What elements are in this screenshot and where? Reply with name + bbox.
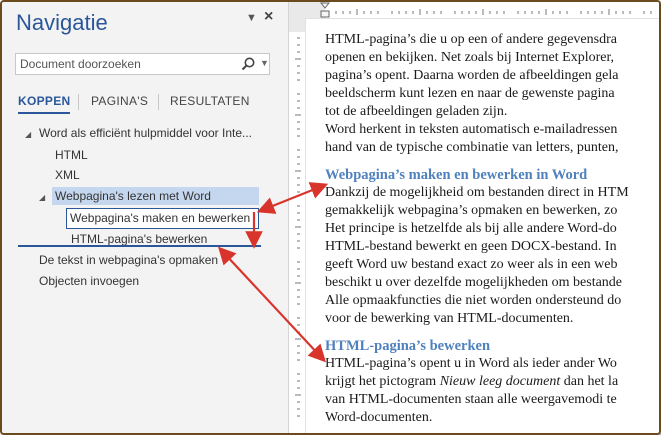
text-line: gemakkelijk webpagina’s opmaken en bewer… [325,203,618,218]
window-frame: Navigatie ▼ × ▼ KOPPEN PAGINA'S RESULTAT… [0,0,661,435]
collapse-triangle-icon[interactable]: ◢ [25,130,31,139]
heading-webpaginas-maken: Webpagina’s maken en bewerken in Word [325,167,588,183]
text-line: HTML-pagina’s die u op een of andere geg… [325,32,617,47]
text-line: Het principe is hetzelfde als bij alle a… [325,221,617,236]
tree-item-html[interactable]: HTML [55,146,88,164]
text-line: HTML-bestand bewerkt en geen DOCX-bestan… [325,239,617,254]
text-span: dan het la [560,374,619,389]
tree-item-webpaginas-maken[interactable]: Webpagina's maken en bewerken [66,208,259,229]
tree-item-xml[interactable]: XML [55,166,80,184]
text-line: HTML-pagina’s opent u in Word als ieder … [325,356,617,371]
italic-text: Nieuw leeg document [439,374,561,389]
navigation-pane: Navigatie ▼ × ▼ KOPPEN PAGINA'S RESULTAT… [2,2,289,433]
chevron-down-icon[interactable]: ▼ [246,12,257,24]
tab-paginas[interactable]: PAGINA'S [91,94,148,108]
document-area[interactable]: HTML-pagina’s die u op een of andere geg… [289,2,659,433]
text-line: openen en bekijken. Net zoals bij Intern… [325,50,615,65]
vertical-ruler[interactable] [289,18,306,433]
text-line: beschikt u over dezelfde mogelijkheden o… [325,275,623,290]
text-line: pagina’s opent. Daarna worden de afbeeld… [325,68,619,83]
text-line: Word herkent in teksten automatisch e-ma… [325,122,618,137]
text-line: geeft Word uw bestand exact zo weer als … [325,257,618,272]
tree-item-objecten-invoegen[interactable]: Objecten invoegen [39,272,139,290]
horizontal-ruler[interactable] [289,2,659,19]
tab-divider [78,94,79,110]
collapse-triangle-icon[interactable]: ◢ [39,193,45,202]
text-line: beeldscherm kunt lezen en naar de gewens… [325,86,615,101]
tree-item-webpaginas-lezen[interactable]: Webpagina's lezen met Word [52,187,259,205]
text-line: krijgt het pictogram Nieuw leeg document… [325,373,659,391]
search-box: ▼ [15,53,270,75]
tab-koppen[interactable]: KOPPEN [18,94,71,114]
page-content[interactable]: HTML-pagina’s die u op een of andere geg… [325,31,659,427]
search-icon[interactable] [240,56,256,72]
text-line: hand van de typische combinatie van lett… [325,140,619,155]
text-line: van HTML-documenten staan alle weergavem… [325,392,617,407]
text-line: tot de afbeeldingen geladen zijn. [325,104,508,119]
tab-resultaten[interactable]: RESULTATEN [170,94,250,108]
drop-indicator-line [18,245,261,247]
text-line: Word-documenten. [325,410,433,425]
tree-item-heading-1[interactable]: Word als efficiënt hulpmiddel voor Inte.… [39,124,252,142]
text-line: Alle opmaakfuncties die niet worden onde… [325,293,622,308]
text-line: Dankzij de mogelijkheid om bestanden dir… [325,185,629,200]
close-icon[interactable]: × [264,8,273,26]
tab-divider [158,94,159,110]
tree-item-tekst-opmaken[interactable]: De tekst in webpagina's opmaken [39,251,218,269]
text-line: voor de bewerking van HTML-documenten. [325,311,574,326]
search-options-chevron-icon[interactable]: ▼ [260,58,269,68]
search-input[interactable] [16,54,235,74]
nav-title: Navigatie [16,10,108,35]
heading-html-paginas-bewerken: HTML-pagina’s bewerken [325,338,491,354]
text-span: krijgt het pictogram [325,374,440,389]
